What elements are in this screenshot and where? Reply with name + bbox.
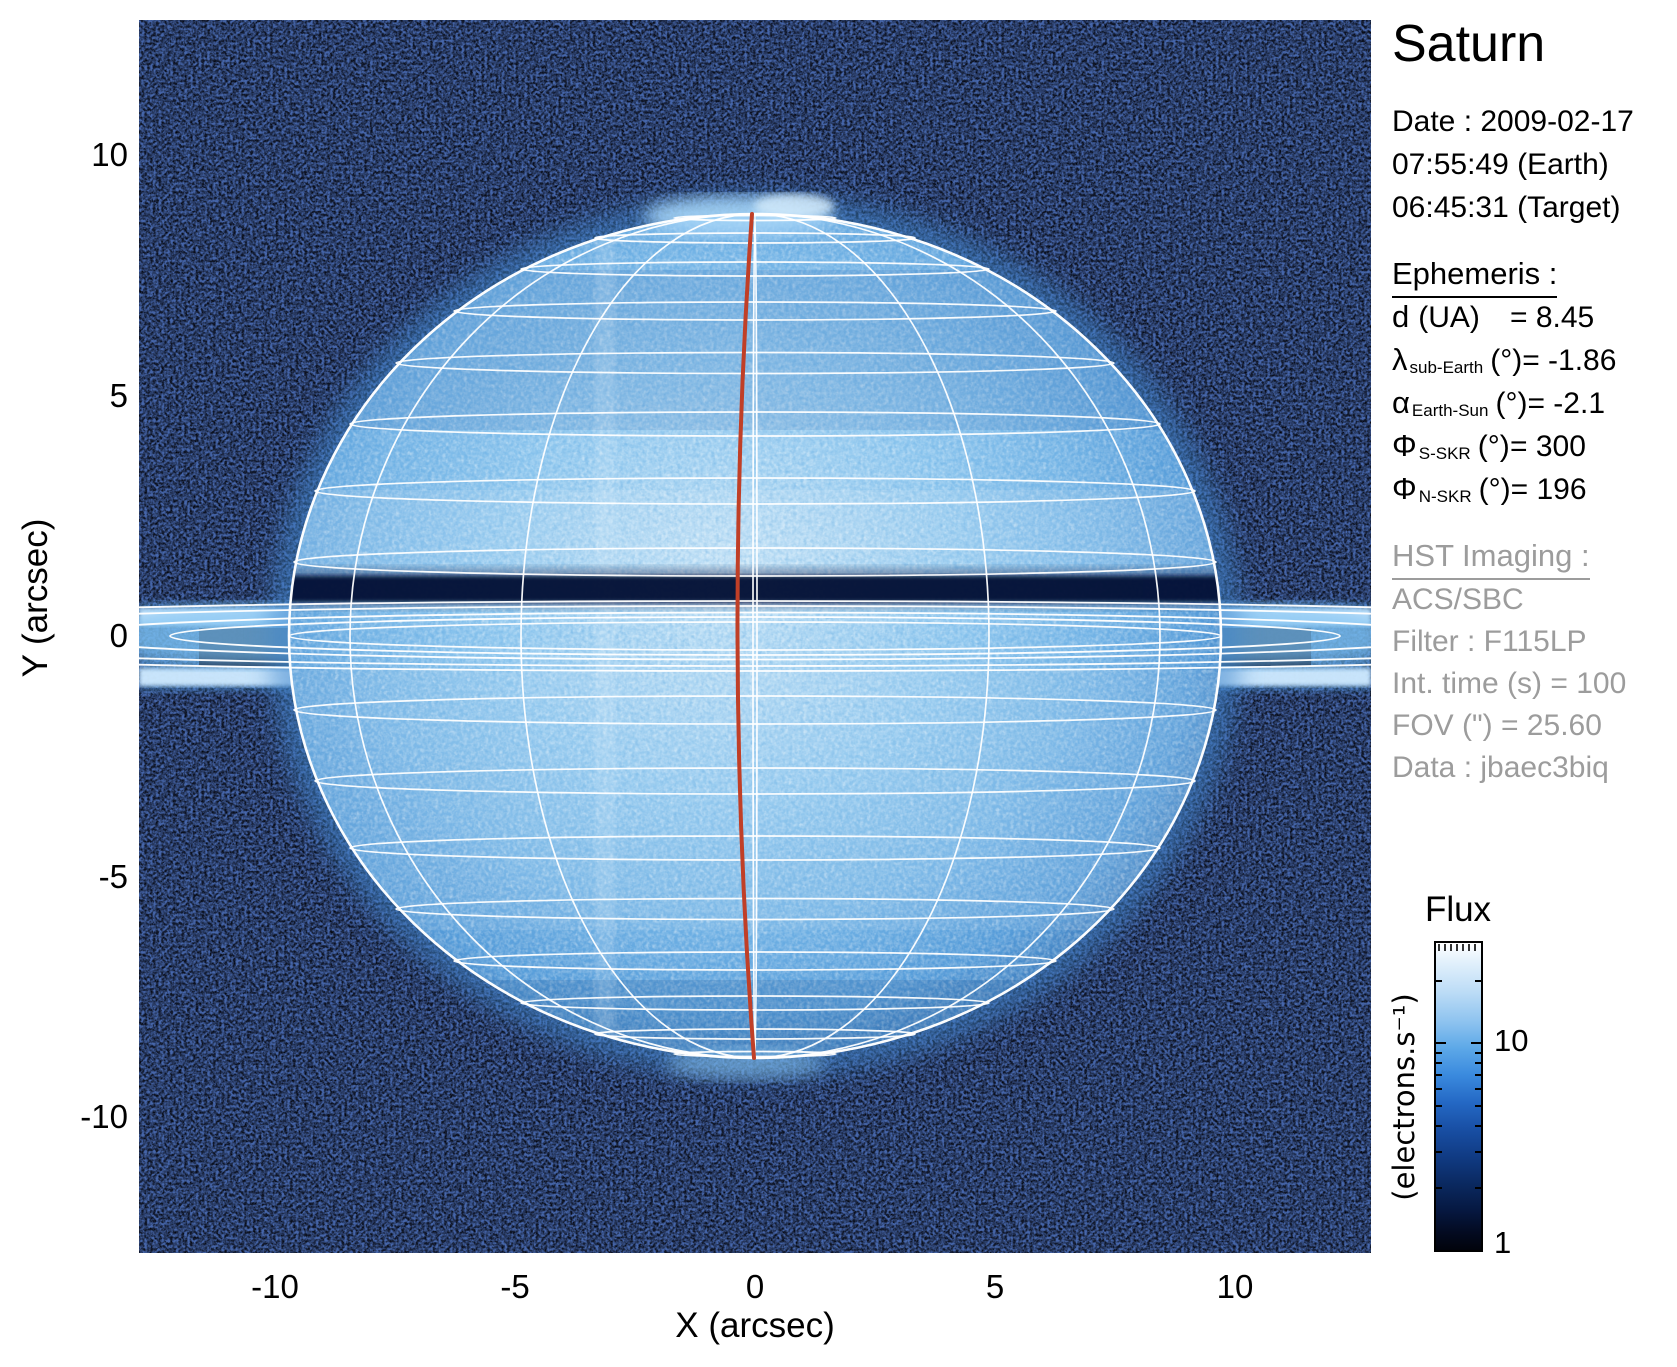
colorbar-tick-label-1: 1	[1494, 1223, 1511, 1263]
hst-filter: Filter : F115LP	[1392, 621, 1626, 663]
x-axis-label: X (arcsec)	[605, 1306, 905, 1346]
plot-title: Saturn	[1392, 14, 1545, 74]
value-d: = 8.45	[1510, 301, 1594, 335]
y-tick-label-0: 0	[42, 615, 128, 657]
hst-fov: FOV (") = 25.60	[1392, 705, 1626, 747]
colorbar-tick	[1436, 1105, 1442, 1107]
colorbar-tick	[1475, 1105, 1481, 1107]
colorbar-tick	[1475, 980, 1481, 982]
symbol-alpha: α	[1392, 385, 1410, 420]
y-tick-label-10: 10	[42, 134, 128, 176]
x-tick-label-0: 0	[695, 1266, 815, 1308]
observation-block: Date : 2009-02-17 07:55:49 (Earth) 06:45…	[1392, 100, 1634, 229]
colorbar-tick	[1475, 1187, 1481, 1189]
x-tick-label-m5: -5	[455, 1266, 575, 1308]
ephemeris-row-alpha: αEarth-Sun(°) = -2.1	[1392, 385, 1616, 428]
saturn-image-svg	[139, 20, 1371, 1253]
ephemeris-row-lambda: λsub-Earth(°) = -1.86	[1392, 342, 1616, 385]
page: { "title": "Saturn", "observation": { "d…	[0, 0, 1677, 1367]
value-alpha: = -2.1	[1527, 387, 1605, 421]
colorbar-tick	[1475, 1062, 1481, 1064]
y-tick-label-m5: -5	[42, 856, 128, 898]
hst-info-block: ACS/SBC Filter : F115LP Int. time (s) = …	[1392, 579, 1626, 789]
colorbar-tick	[1475, 1088, 1481, 1090]
colorbar-tick	[1436, 1151, 1442, 1153]
y-tick-label-5: 5	[42, 375, 128, 417]
value-lambda: = -1.86	[1522, 344, 1616, 378]
symbol-phi-n: Φ	[1392, 471, 1417, 506]
symbol-lambda: λ	[1392, 342, 1408, 377]
value-phi-s: = 300	[1510, 430, 1586, 464]
value-phi-n: = 196	[1511, 473, 1587, 507]
x-tick-label-10: 10	[1175, 1266, 1295, 1308]
colorbar	[1434, 941, 1483, 1252]
colorbar-tick	[1475, 1151, 1481, 1153]
observation-target-time: 06:45:31 (Target)	[1392, 186, 1634, 229]
saturn-image-plot	[139, 20, 1371, 1253]
ephemeris-row-phi-s: ΦS-SKR(°) = 300	[1392, 428, 1616, 471]
colorbar-tick-10	[1471, 1042, 1481, 1044]
colorbar-unit-label: (electrons.s⁻¹)	[1387, 993, 1421, 1200]
symbol-d: d	[1392, 299, 1409, 334]
colorbar-title: Flux	[1398, 890, 1518, 930]
colorbar-tick	[1436, 1088, 1442, 1090]
colorbar-tick	[1436, 1074, 1442, 1076]
x-tick-label-5: 5	[935, 1266, 1055, 1308]
hst-heading: HST Imaging :	[1392, 538, 1590, 580]
y-tick-label-m10: -10	[42, 1096, 128, 1138]
colorbar-tick	[1436, 1187, 1442, 1189]
colorbar-tick-label-10: 10	[1494, 1021, 1528, 1061]
ephemeris-heading-wrap: Ephemeris :	[1392, 256, 1557, 298]
ephemeris-row-phi-n: ΦN-SKR(°) = 196	[1392, 471, 1616, 514]
colorbar-tick	[1436, 1052, 1442, 1054]
colorbar-tick	[1475, 1074, 1481, 1076]
hst-int-time: Int. time (s) = 100	[1392, 663, 1626, 705]
symbol-phi-s: Φ	[1392, 428, 1417, 463]
hst-data-id: Data : jbaec3biq	[1392, 747, 1626, 789]
colorbar-tick	[1436, 1062, 1442, 1064]
x-tick-label-m10: -10	[215, 1266, 335, 1308]
colorbar-tick	[1436, 1125, 1442, 1127]
colorbar-tick	[1475, 1125, 1481, 1127]
hst-instrument: ACS/SBC	[1392, 579, 1626, 621]
colorbar-tick	[1436, 980, 1442, 982]
colorbar-tick	[1475, 1052, 1481, 1054]
colorbar-top-minor-ticks	[1438, 944, 1479, 951]
hst-heading-wrap: HST Imaging :	[1392, 538, 1590, 580]
ephemeris-heading: Ephemeris :	[1392, 256, 1557, 298]
ephemeris-row-d: d(UA) = 8.45	[1392, 299, 1616, 342]
observation-earth-time: 07:55:49 (Earth)	[1392, 143, 1634, 186]
colorbar-tick-10	[1436, 1042, 1446, 1044]
ephemeris-rows: d(UA) = 8.45 λsub-Earth(°) = -1.86 αEart…	[1392, 299, 1616, 514]
observation-date: Date : 2009-02-17	[1392, 100, 1634, 143]
